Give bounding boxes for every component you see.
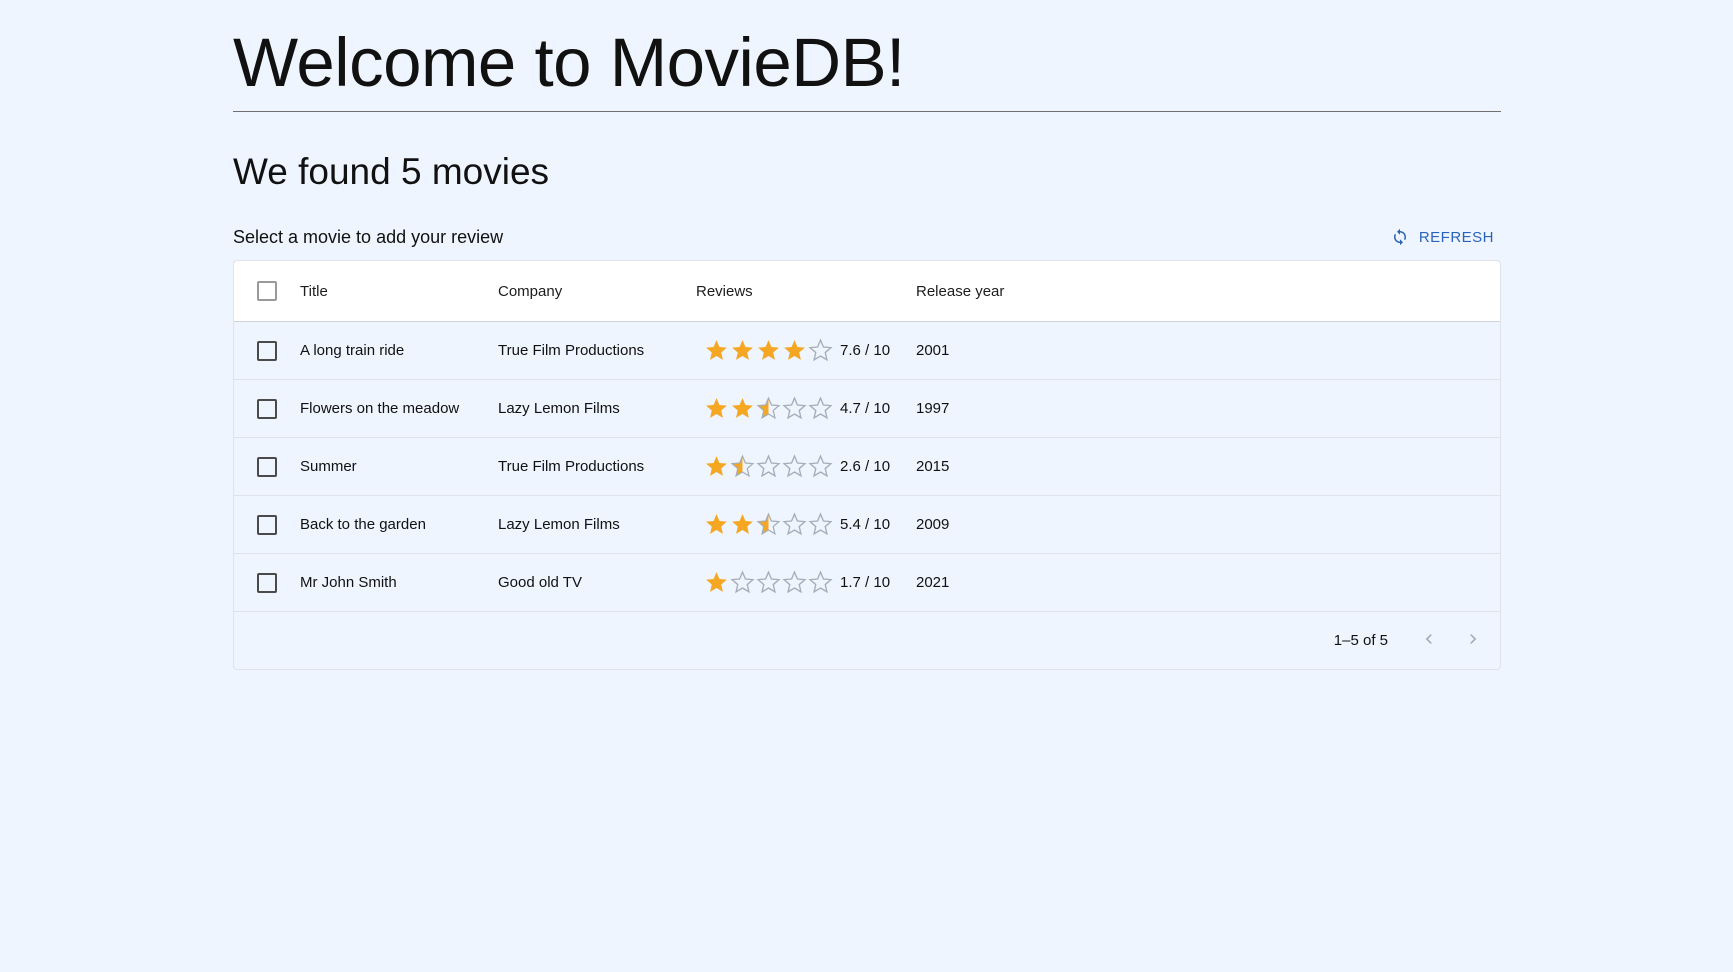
results-heading: We found 5 movies bbox=[233, 151, 550, 192]
star-rating[interactable] bbox=[704, 512, 833, 537]
table-footer: 1–5 of 5 bbox=[234, 612, 1500, 669]
star-half-icon[interactable] bbox=[756, 512, 781, 537]
star-filled-icon[interactable] bbox=[704, 512, 729, 537]
table-row[interactable]: Flowers on the meadow Lazy Lemon Films 4… bbox=[234, 380, 1500, 438]
row-checkbox[interactable] bbox=[257, 572, 277, 593]
star-empty-icon[interactable] bbox=[808, 396, 833, 421]
select-all-checkbox[interactable] bbox=[257, 281, 277, 301]
refresh-label: REFRESH bbox=[1418, 228, 1494, 246]
movie-release-year: 2021 bbox=[916, 574, 950, 591]
star-empty-icon[interactable] bbox=[782, 454, 807, 479]
column-header-release-year[interactable]: Release year bbox=[916, 283, 1116, 300]
column-header-company[interactable]: Company bbox=[498, 283, 696, 300]
movie-title: Mr John Smith bbox=[300, 574, 397, 591]
movie-title: Summer bbox=[300, 458, 357, 475]
table-toolbar: Select a movie to add your review REFRES… bbox=[233, 222, 1501, 252]
refresh-button[interactable]: REFRESH bbox=[1385, 224, 1500, 250]
page-container: Welcome to MovieDB! We found 5 movies Se… bbox=[233, 0, 1501, 670]
row-checkbox[interactable] bbox=[257, 398, 277, 419]
row-checkbox[interactable] bbox=[257, 456, 277, 477]
column-header-title[interactable]: Title bbox=[300, 283, 498, 300]
movie-reviews: 5.4 / 10 bbox=[696, 512, 916, 537]
movie-company: True Film Productions bbox=[498, 458, 645, 475]
movie-release-year: 1997 bbox=[916, 400, 950, 417]
row-checkbox[interactable] bbox=[257, 340, 277, 361]
movie-reviews: 1.7 / 10 bbox=[696, 570, 916, 595]
star-filled-icon[interactable] bbox=[704, 454, 729, 479]
movie-title: Back to the garden bbox=[300, 516, 426, 533]
star-filled-icon[interactable] bbox=[730, 512, 755, 537]
movies-table: Title Company Reviews Release year A lon… bbox=[233, 260, 1501, 670]
table-row[interactable]: Back to the garden Lazy Lemon Films 5.4 … bbox=[234, 496, 1500, 554]
rating-text: 4.7 / 10 bbox=[840, 400, 891, 417]
movie-company: Good old TV bbox=[498, 574, 582, 591]
movie-title: A long train ride bbox=[300, 342, 405, 359]
star-empty-icon[interactable] bbox=[808, 512, 833, 537]
star-rating[interactable] bbox=[704, 454, 833, 479]
star-filled-icon[interactable] bbox=[704, 396, 729, 421]
star-empty-icon[interactable] bbox=[808, 454, 833, 479]
star-rating[interactable] bbox=[704, 396, 833, 421]
refresh-icon bbox=[1391, 228, 1409, 246]
star-empty-icon[interactable] bbox=[808, 338, 833, 363]
movie-reviews: 2.6 / 10 bbox=[696, 454, 916, 479]
next-page-button[interactable] bbox=[1462, 630, 1484, 652]
previous-page-button[interactable] bbox=[1418, 630, 1440, 652]
table-row[interactable]: Mr John Smith Good old TV 1.7 / 10 2021 bbox=[234, 554, 1500, 612]
instruction-text: Select a movie to add your review bbox=[233, 227, 504, 247]
page-title: Welcome to MovieDB! bbox=[233, 24, 905, 101]
movie-reviews: 4.7 / 10 bbox=[696, 396, 916, 421]
table-row[interactable]: A long train ride True Film Productions … bbox=[234, 322, 1500, 380]
movie-title: Flowers on the meadow bbox=[300, 400, 460, 417]
chevron-right-icon bbox=[1463, 629, 1483, 653]
star-filled-icon[interactable] bbox=[704, 338, 729, 363]
star-empty-icon[interactable] bbox=[782, 570, 807, 595]
rating-text: 7.6 / 10 bbox=[840, 342, 891, 359]
star-filled-icon[interactable] bbox=[756, 338, 781, 363]
movie-release-year: 2009 bbox=[916, 516, 950, 533]
table-row[interactable]: Summer True Film Productions 2.6 / 10 20… bbox=[234, 438, 1500, 496]
rating-text: 1.7 / 10 bbox=[840, 574, 891, 591]
rating-text: 2.6 / 10 bbox=[840, 458, 891, 475]
movie-company: Lazy Lemon Films bbox=[498, 516, 620, 533]
title-divider bbox=[233, 111, 1501, 112]
star-empty-icon[interactable] bbox=[782, 512, 807, 537]
star-empty-icon[interactable] bbox=[730, 570, 755, 595]
movie-release-year: 2015 bbox=[916, 458, 950, 475]
pagination-info: 1–5 of 5 bbox=[1333, 632, 1388, 649]
star-filled-icon[interactable] bbox=[704, 570, 729, 595]
movie-reviews: 7.6 / 10 bbox=[696, 338, 916, 363]
movie-company: Lazy Lemon Films bbox=[498, 400, 620, 417]
star-empty-icon[interactable] bbox=[808, 570, 833, 595]
chevron-left-icon bbox=[1419, 629, 1439, 653]
star-empty-icon[interactable] bbox=[756, 454, 781, 479]
table-header: Title Company Reviews Release year bbox=[234, 261, 1500, 322]
row-checkbox[interactable] bbox=[257, 514, 277, 535]
star-rating[interactable] bbox=[704, 338, 833, 363]
star-filled-icon[interactable] bbox=[730, 338, 755, 363]
rating-text: 5.4 / 10 bbox=[840, 516, 891, 533]
star-empty-icon[interactable] bbox=[756, 570, 781, 595]
movie-company: True Film Productions bbox=[498, 342, 645, 359]
star-half-icon[interactable] bbox=[756, 396, 781, 421]
star-empty-icon[interactable] bbox=[782, 396, 807, 421]
select-all-cell bbox=[234, 281, 300, 301]
star-half-icon[interactable] bbox=[730, 454, 755, 479]
star-filled-icon[interactable] bbox=[782, 338, 807, 363]
star-filled-icon[interactable] bbox=[730, 396, 755, 421]
column-header-reviews[interactable]: Reviews bbox=[696, 283, 916, 300]
star-rating[interactable] bbox=[704, 570, 833, 595]
movie-release-year: 2001 bbox=[916, 342, 950, 359]
